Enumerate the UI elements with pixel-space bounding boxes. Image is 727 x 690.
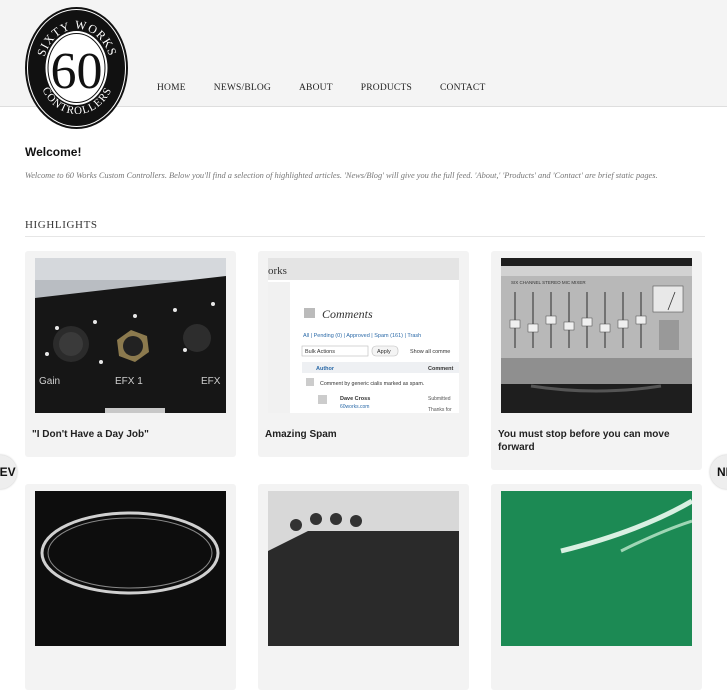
sixty-works-logo[interactable]: SIXTY WORKS CONTROLLERS 60: [24, 6, 129, 130]
welcome-heading: Welcome!: [25, 145, 82, 159]
nav-about[interactable]: ABOUT: [299, 83, 333, 93]
highlight-card[interactable]: [258, 484, 469, 690]
main-nav: HOME NEWS/BLOG ABOUT PRODUCTS CONTACT: [157, 83, 513, 93]
screenshot-row2-site: 60works.com: [340, 404, 369, 410]
screenshot-row1: Comment by generic cialis marked as spam…: [320, 381, 424, 387]
nav-contact[interactable]: CONTACT: [440, 83, 486, 93]
pedal-knobs-image[interactable]: [268, 491, 459, 646]
vintage-mixer-image[interactable]: SIX CHANNEL STEREO MIC MIXER: [501, 258, 692, 413]
welcome-text: Welcome to 60 Works Custom Controllers. …: [25, 171, 658, 180]
card-title[interactable]: Amazing Spam: [265, 428, 460, 441]
carousel-next-button[interactable]: NEXT: [710, 455, 727, 489]
screenshot-col-comment: Comment: [428, 366, 454, 372]
knob-label-efx: EFX: [201, 376, 221, 387]
logo-plate-image[interactable]: [35, 491, 226, 646]
highlight-card[interactable]: SIX CHANNEL STEREO MIC MIXER You must st…: [491, 251, 702, 470]
highlight-card[interactable]: [491, 484, 702, 690]
logo-graphic: SIXTY WORKS CONTROLLERS 60: [25, 7, 128, 129]
card-title[interactable]: You must stop before you can move forwar…: [498, 428, 693, 454]
knob-label-gain: Gain: [39, 376, 60, 387]
mixer-label: SIX CHANNEL STEREO MIC MIXER: [511, 280, 586, 285]
highlight-card[interactable]: [25, 484, 236, 690]
highlight-card[interactable]: orks Comments All | Pending (0) | Approv…: [258, 251, 469, 457]
highlight-card[interactable]: Gain EFX 1 EFX "I Don't Have a Day Job": [25, 251, 236, 457]
nav-home[interactable]: HOME: [157, 83, 186, 93]
controller-knobs-image[interactable]: Gain EFX 1 EFX: [35, 258, 226, 413]
screenshot-row2-thanks: Thanks for: [428, 407, 452, 413]
screenshot-heading: Comments: [322, 307, 373, 321]
carousel-prev-button[interactable]: PREV: [0, 455, 17, 489]
highlights-heading: HIGHLIGHTS: [25, 219, 98, 231]
screenshot-show-all: Show all comme: [410, 349, 450, 355]
screenshot-apply: Apply: [377, 349, 391, 355]
comments-screenshot-image[interactable]: orks Comments All | Pending (0) | Approv…: [268, 258, 459, 413]
nav-news-blog[interactable]: NEWS/BLOG: [214, 83, 271, 93]
logo-number: 60: [51, 43, 103, 100]
card-title[interactable]: "I Don't Have a Day Job": [32, 428, 227, 441]
screenshot-filters: All | Pending (0) | Approved | Spam (161…: [303, 333, 421, 339]
knob-label-efx1: EFX 1: [115, 376, 143, 387]
nav-products[interactable]: PRODUCTS: [361, 83, 412, 93]
screenshot-row2-status: Submitted: [428, 396, 451, 402]
screenshot-row2-name: Dave Cross: [340, 396, 370, 402]
screenshot-col-author: Author: [316, 366, 335, 372]
green-logo-image[interactable]: [501, 491, 692, 646]
screenshot-header-text: orks: [268, 265, 287, 277]
screenshot-bulk-actions: Bulk Actions: [305, 349, 335, 355]
highlights-divider: [25, 236, 705, 237]
